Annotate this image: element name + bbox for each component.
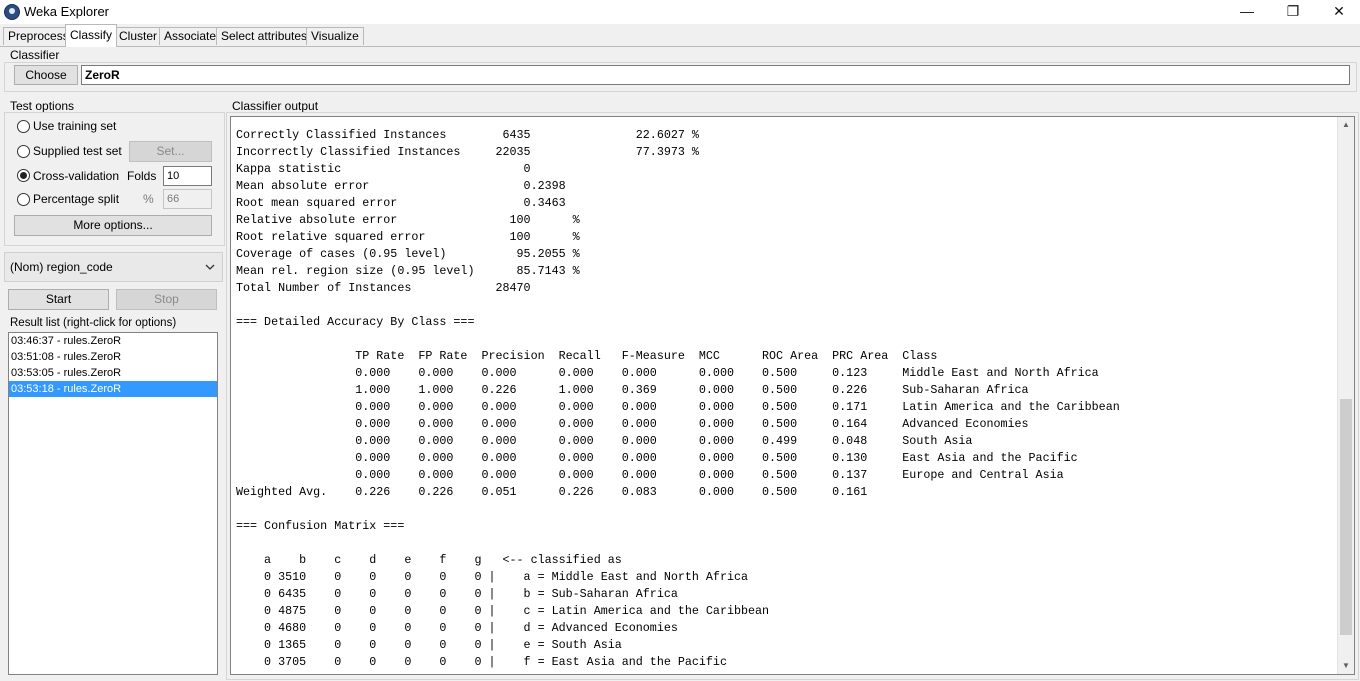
- tab-cluster[interactable]: Cluster: [114, 27, 163, 45]
- classifier-output-panel[interactable]: Correctly Classified Instances 6435 22.6…: [230, 116, 1355, 675]
- title-bar: Weka Explorer — ❐ ✕: [0, 0, 1360, 24]
- close-button[interactable]: ✕: [1316, 0, 1360, 24]
- tab-visualize[interactable]: Visualize: [306, 27, 364, 45]
- folds-input[interactable]: 10: [163, 166, 212, 186]
- use-training-set-label[interactable]: Use training set: [33, 119, 116, 133]
- class-attribute-value: (Nom) region_code: [10, 260, 113, 274]
- more-options-button[interactable]: More options...: [14, 215, 212, 236]
- tab-associate[interactable]: Associate: [159, 27, 222, 45]
- tab-select-attributes[interactable]: Select attributes: [216, 27, 313, 45]
- use-training-set-radio[interactable]: [17, 120, 30, 133]
- cross-validation-radio[interactable]: [17, 169, 30, 182]
- scrollbar-thumb[interactable]: [1340, 399, 1352, 635]
- set-test-set-button[interactable]: Set...: [129, 141, 212, 162]
- output-scrollbar[interactable]: ▲ ▼: [1337, 117, 1354, 674]
- stop-button[interactable]: Stop: [116, 289, 217, 310]
- window-title: Weka Explorer: [24, 4, 110, 19]
- supplied-test-set-label[interactable]: Supplied test set: [33, 144, 122, 158]
- result-list-label: Result list (right-click for options): [10, 317, 177, 329]
- result-list-item[interactable]: 03:53:05 - rules.ZeroR: [9, 365, 217, 381]
- result-list-item[interactable]: 03:46:37 - rules.ZeroR: [9, 333, 217, 349]
- classifier-output-text: Correctly Classified Instances 6435 22.6…: [236, 128, 1120, 669]
- tab-bar: Preprocess Classify Cluster Associate Se…: [0, 24, 1360, 47]
- class-attribute-select[interactable]: (Nom) region_code: [4, 252, 223, 282]
- tab-preprocess[interactable]: Preprocess: [3, 27, 74, 45]
- scroll-up-arrow-icon[interactable]: ▲: [1338, 117, 1354, 133]
- test-options-label: Test options: [10, 99, 75, 113]
- chevron-down-icon: [205, 264, 215, 270]
- percentage-split-label[interactable]: Percentage split: [33, 192, 119, 206]
- classifier-name-field[interactable]: ZeroR: [81, 65, 1350, 85]
- percentage-split-radio[interactable]: [17, 193, 30, 206]
- restore-button[interactable]: ❐: [1270, 0, 1316, 24]
- start-button[interactable]: Start: [8, 289, 109, 310]
- weka-bird-icon: [4, 4, 20, 20]
- scroll-down-arrow-icon[interactable]: ▼: [1338, 658, 1354, 674]
- tab-classify[interactable]: Classify: [65, 24, 118, 47]
- result-list-item-selected[interactable]: 03:53:18 - rules.ZeroR: [9, 381, 217, 397]
- minimize-button[interactable]: —: [1224, 0, 1270, 24]
- classifier-group-label: Classifier: [10, 48, 60, 62]
- choose-classifier-button[interactable]: Choose: [14, 65, 78, 85]
- folds-label: Folds: [127, 169, 157, 183]
- percentage-input[interactable]: 66: [163, 189, 212, 209]
- classifier-output-label: Classifier output: [232, 99, 319, 113]
- result-list-item[interactable]: 03:51:08 - rules.ZeroR: [9, 349, 217, 365]
- supplied-test-set-radio[interactable]: [17, 145, 30, 158]
- result-list[interactable]: 03:46:37 - rules.ZeroR 03:51:08 - rules.…: [8, 332, 218, 675]
- cross-validation-label[interactable]: Cross-validation: [33, 169, 119, 183]
- percent-symbol: %: [143, 192, 154, 206]
